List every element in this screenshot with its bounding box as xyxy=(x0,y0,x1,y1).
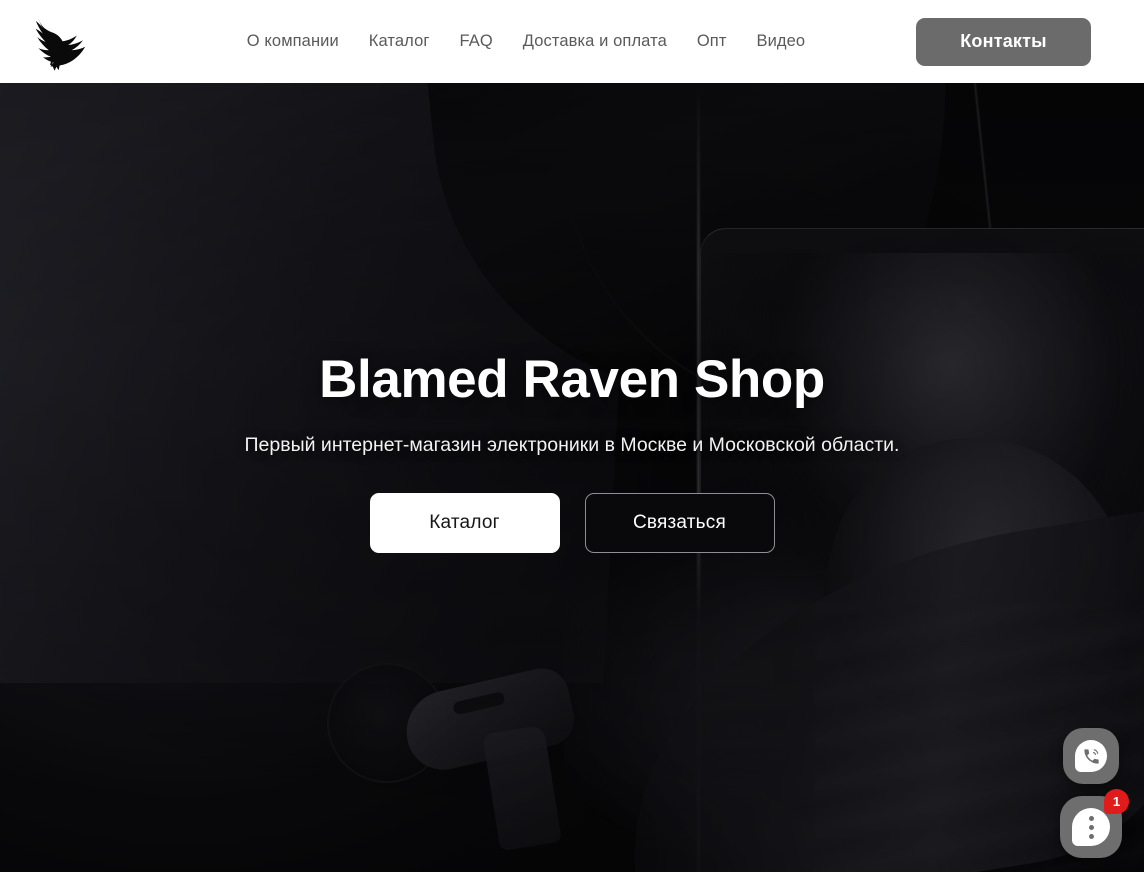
chat-widget-button[interactable]: 1 xyxy=(1060,789,1129,858)
nav-item-faq[interactable]: FAQ xyxy=(459,33,492,50)
contacts-button[interactable]: Контакты xyxy=(916,17,1091,66)
hero-content: Blamed Raven Shop Первый интернет-магази… xyxy=(0,83,1144,872)
site-logo[interactable] xyxy=(18,11,96,73)
callback-bubble xyxy=(1075,740,1107,772)
nav-item-about[interactable]: О компании xyxy=(247,33,339,50)
nav-item-wholesale[interactable]: Опт xyxy=(697,33,727,50)
hero-section: Blamed Raven Shop Первый интернет-магази… xyxy=(0,83,1144,872)
page-root: О компании Каталог FAQ Доставка и оплата… xyxy=(0,0,1144,876)
catalog-button[interactable]: Каталог xyxy=(369,492,560,553)
callback-widget-button[interactable] xyxy=(1063,728,1119,784)
hero-subtitle: Первый интернет-магазин электроники в Мо… xyxy=(244,434,900,457)
contact-button[interactable]: Связаться xyxy=(584,492,775,553)
bottom-edge-strip xyxy=(0,872,1144,876)
unread-badge: 1 xyxy=(1104,789,1129,814)
main-navigation: О компании Каталог FAQ Доставка и оплата… xyxy=(136,33,916,50)
nav-item-catalog[interactable]: Каталог xyxy=(369,33,430,50)
hero-action-buttons: Каталог Связаться xyxy=(369,492,775,553)
hero-title: Blamed Raven Shop xyxy=(319,350,825,409)
vertical-dots-icon xyxy=(1088,815,1094,839)
nav-item-video[interactable]: Видео xyxy=(756,33,805,50)
nav-item-delivery[interactable]: Доставка и оплата xyxy=(523,33,667,50)
site-header: О компании Каталог FAQ Доставка и оплата… xyxy=(0,0,1144,83)
raven-logo-icon xyxy=(35,16,86,71)
chat-bubble xyxy=(1072,808,1110,846)
floating-widget-stack: 1 xyxy=(1060,728,1129,858)
phone-call-icon xyxy=(1083,748,1099,764)
